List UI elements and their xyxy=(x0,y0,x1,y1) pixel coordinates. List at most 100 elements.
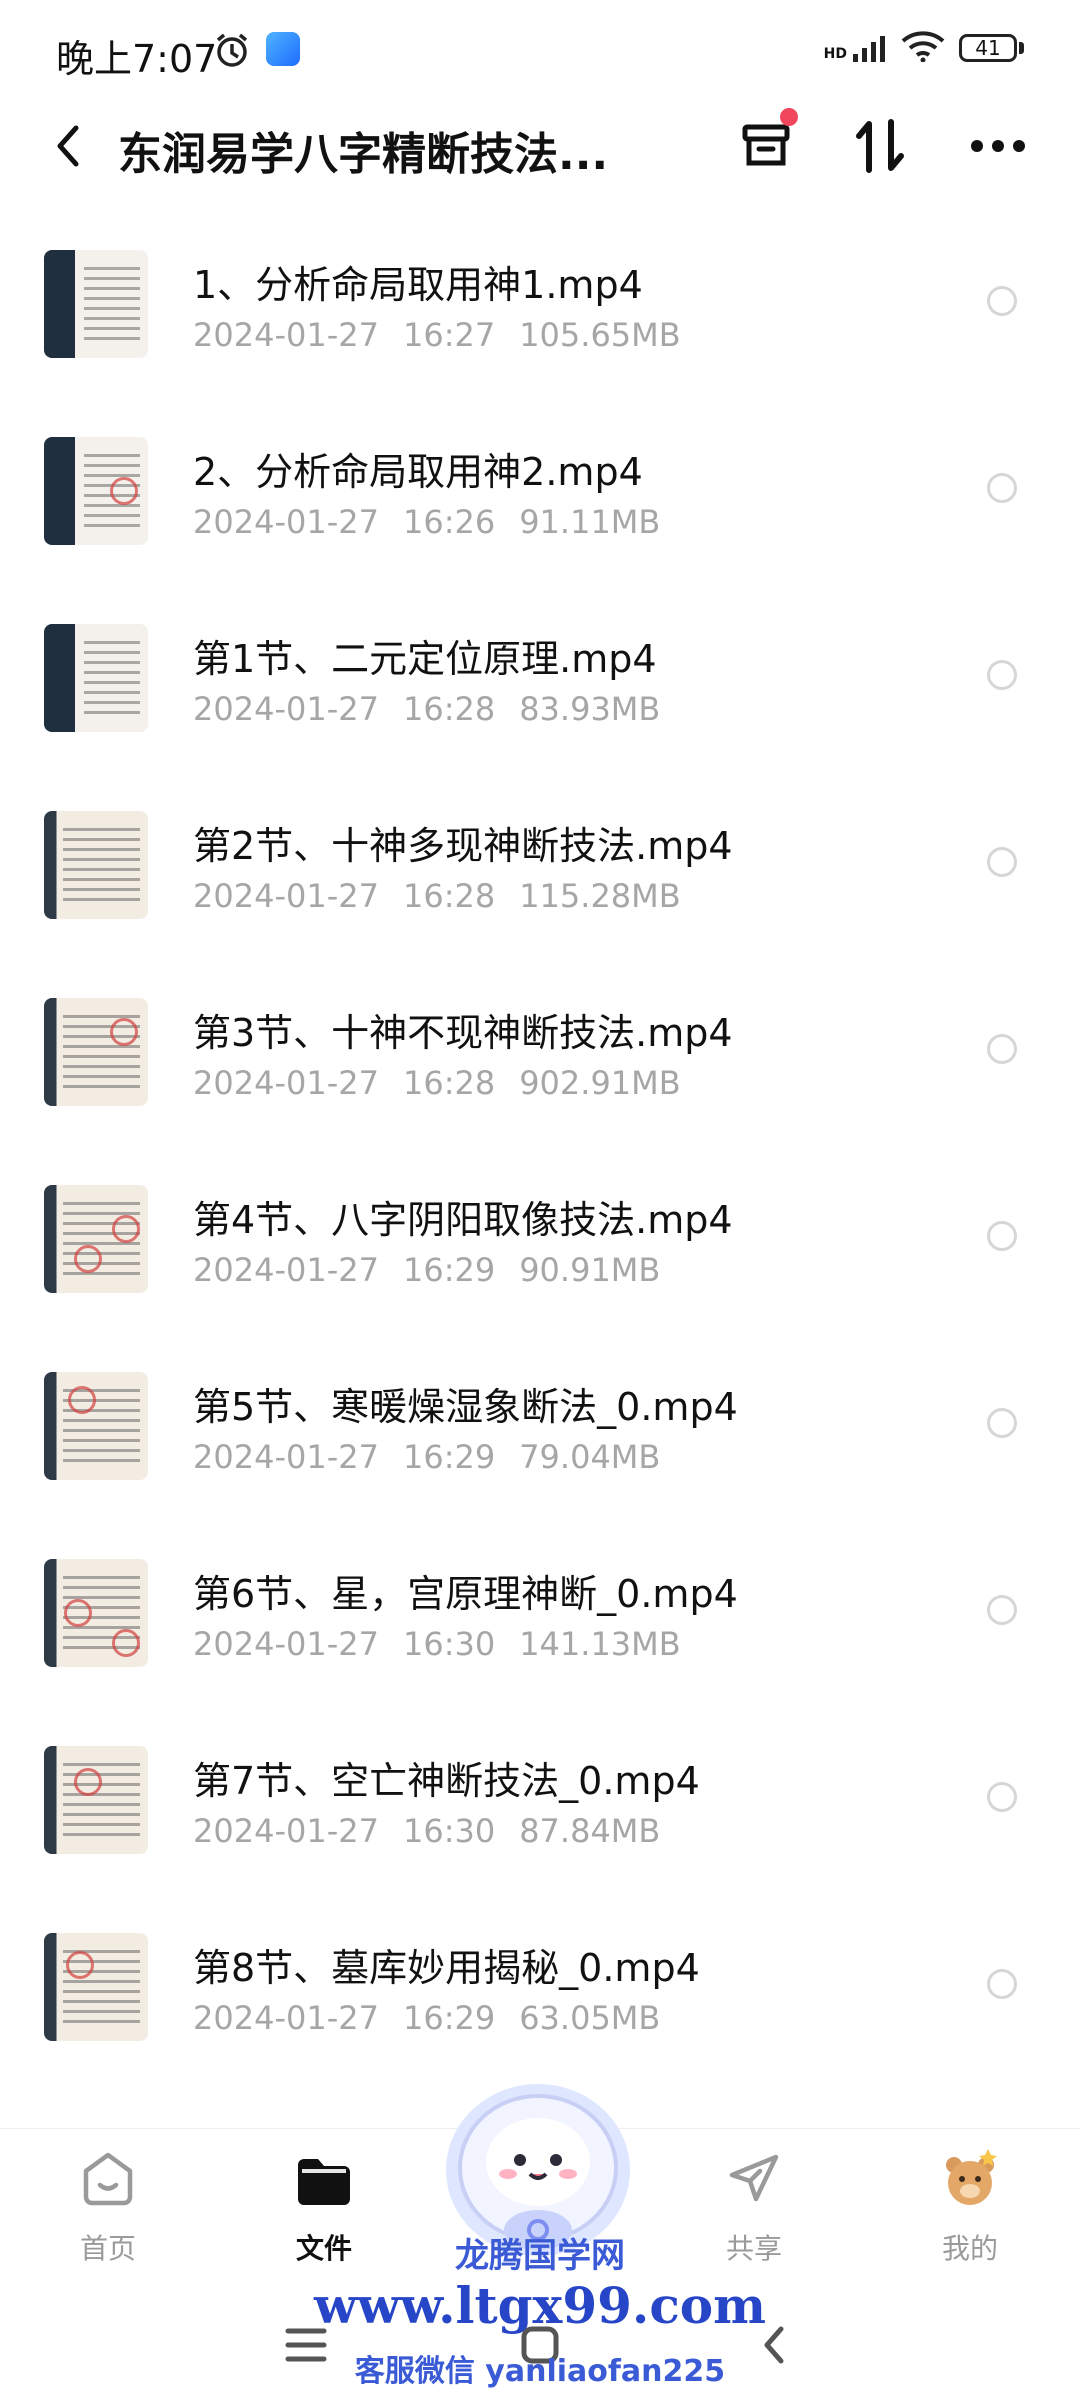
file-time: 16:29 xyxy=(402,1251,496,1289)
file-meta: 2024-01-27 16:30 87.84MB xyxy=(193,1812,684,1850)
file-date: 2024-01-27 xyxy=(193,316,379,354)
file-name: 第6节、星，宫原理神断_0.mp4 xyxy=(193,1572,738,1616)
file-meta: 2024-01-27 16:29 79.04MB xyxy=(193,1438,684,1476)
sort-button[interactable] xyxy=(848,114,912,178)
page-title: 东润易学八字精断技法... xyxy=(118,129,609,180)
select-radio[interactable] xyxy=(987,660,1017,690)
select-radio[interactable] xyxy=(987,847,1017,877)
file-time: 16:29 xyxy=(402,1438,496,1476)
notification-badge xyxy=(780,108,798,126)
file-meta: 2024-01-27 16:30 141.13MB xyxy=(193,1625,705,1663)
video-thumbnail xyxy=(44,1559,148,1667)
file-name: 第8节、墓库妙用揭秘_0.mp4 xyxy=(193,1946,700,1990)
battery-icon: 41 xyxy=(959,34,1024,62)
folder-icon xyxy=(298,2159,350,2205)
file-name: 第1节、二元定位原理.mp4 xyxy=(193,637,657,681)
video-thumbnail xyxy=(44,624,148,732)
file-size: 63.05MB xyxy=(519,1999,661,2037)
file-name: 第2节、十神多现神断技法.mp4 xyxy=(193,824,733,868)
file-row[interactable]: 第7节、空亡神断技法_0.mp4 2024-01-27 16:30 87.84MB xyxy=(0,1716,1080,1903)
file-row[interactable]: 第2节、十神多现神断技法.mp4 2024-01-27 16:28 115.28MB xyxy=(0,781,1080,968)
select-radio[interactable] xyxy=(987,1782,1017,1812)
file-meta: 2024-01-27 16:29 90.91MB xyxy=(193,1251,684,1289)
video-thumbnail xyxy=(44,437,148,545)
file-time: 16:28 xyxy=(402,1064,496,1102)
file-size: 91.11MB xyxy=(519,503,661,541)
file-size: 79.04MB xyxy=(519,1438,661,1476)
archive-box-icon xyxy=(742,124,790,166)
file-size: 87.84MB xyxy=(519,1812,661,1850)
select-radio[interactable] xyxy=(987,1408,1017,1438)
file-time: 16:28 xyxy=(402,690,496,728)
file-row[interactable]: 2、分析命局取用神2.mp4 2024-01-27 16:26 91.11MB xyxy=(0,407,1080,594)
file-meta: 2024-01-27 16:29 63.05MB xyxy=(193,1999,684,2037)
network-type-label: HD xyxy=(823,46,847,62)
file-name: 第4节、八字阴阳取像技法.mp4 xyxy=(193,1198,733,1242)
select-radio[interactable] xyxy=(987,473,1017,503)
video-thumbnail xyxy=(44,1185,148,1293)
file-row[interactable]: 1、分析命局取用神1.mp4 2024-01-27 16:27 105.65MB xyxy=(0,220,1080,407)
video-thumbnail xyxy=(44,1746,148,1854)
file-row[interactable]: 第5节、寒暖燥湿象断法_0.mp4 2024-01-27 16:29 79.04MB xyxy=(0,1342,1080,1529)
status-bar: 晚上7:07 HD 41 xyxy=(0,0,1080,100)
file-size: 90.91MB xyxy=(519,1251,661,1289)
file-size: 83.93MB xyxy=(519,690,661,728)
file-date: 2024-01-27 xyxy=(193,1625,379,1663)
video-thumbnail xyxy=(44,811,148,919)
transfer-list-button[interactable] xyxy=(734,108,798,178)
file-size: 141.13MB xyxy=(519,1625,681,1663)
wifi-icon xyxy=(901,30,945,66)
file-date: 2024-01-27 xyxy=(193,1251,379,1289)
file-name: 第5节、寒暖燥湿象断法_0.mp4 xyxy=(193,1385,738,1429)
file-time: 16:27 xyxy=(402,316,496,354)
chevron-left-icon xyxy=(57,125,79,167)
back-button[interactable] xyxy=(40,118,96,174)
file-time: 16:26 xyxy=(402,503,496,541)
battery-level: 41 xyxy=(959,34,1017,62)
select-radio[interactable] xyxy=(987,286,1017,316)
file-date: 2024-01-27 xyxy=(193,1064,379,1102)
notification-app-icon xyxy=(266,32,300,66)
file-date: 2024-01-27 xyxy=(193,1812,379,1850)
file-list: 1、分析命局取用神1.mp4 2024-01-27 16:27 105.65MB 2… xyxy=(0,220,1080,2090)
file-row[interactable]: 第8节、墓库妙用揭秘_0.mp4 2024-01-27 16:29 63.05MB xyxy=(0,1903,1080,2090)
file-date: 2024-01-27 xyxy=(193,1438,379,1476)
file-time: 16:28 xyxy=(402,877,496,915)
more-options-button[interactable] xyxy=(966,114,1030,178)
file-row[interactable]: 第3节、十神不现神断技法.mp4 2024-01-27 16:28 902.91MB xyxy=(0,968,1080,1155)
video-thumbnail xyxy=(44,250,148,358)
top-app-bar: 东润易学八字精断技法... xyxy=(0,100,1080,190)
file-name: 1、分析命局取用神1.mp4 xyxy=(193,263,643,307)
select-radio[interactable] xyxy=(987,1969,1017,1999)
watermark-site-name: 龙腾国学网 xyxy=(455,2236,625,2276)
select-radio[interactable] xyxy=(987,1595,1017,1625)
video-thumbnail xyxy=(44,1933,148,2041)
file-row[interactable]: 第4节、八字阴阳取像技法.mp4 2024-01-27 16:29 90.91MB xyxy=(0,1155,1080,1342)
alarm-icon xyxy=(212,30,252,74)
signal-icon: HD xyxy=(824,34,887,62)
more-dots-icon xyxy=(971,140,1025,152)
select-radio[interactable] xyxy=(987,1221,1017,1251)
file-name: 第3节、十神不现神断技法.mp4 xyxy=(193,1011,733,1055)
file-date: 2024-01-27 xyxy=(193,503,379,541)
file-meta: 2024-01-27 16:28 115.28MB xyxy=(193,877,705,915)
file-meta: 2024-01-27 16:27 105.65MB xyxy=(193,316,705,354)
file-time: 16:29 xyxy=(402,1999,496,2037)
home-icon xyxy=(83,2152,133,2206)
paper-plane-icon xyxy=(729,2154,779,2202)
watermark-contact: 客服微信 yanliaofan225 xyxy=(354,2354,726,2389)
file-date: 2024-01-27 xyxy=(193,877,379,915)
bear-avatar-icon xyxy=(946,2149,997,2205)
file-size: 105.65MB xyxy=(519,316,681,354)
file-meta: 2024-01-27 16:28 902.91MB xyxy=(193,1064,705,1102)
file-row[interactable]: 第6节、星，宫原理神断_0.mp4 2024-01-27 16:30 141.13M… xyxy=(0,1529,1080,1716)
select-radio[interactable] xyxy=(987,1034,1017,1064)
file-size: 115.28MB xyxy=(519,877,681,915)
file-size: 902.91MB xyxy=(519,1064,681,1102)
file-time: 16:30 xyxy=(402,1625,496,1663)
file-time: 16:30 xyxy=(402,1812,496,1850)
video-thumbnail xyxy=(44,1372,148,1480)
file-meta: 2024-01-27 16:28 83.93MB xyxy=(193,690,684,728)
file-name: 第7节、空亡神断技法_0.mp4 xyxy=(193,1759,700,1803)
file-row[interactable]: 第1节、二元定位原理.mp4 2024-01-27 16:28 83.93MB xyxy=(0,594,1080,781)
